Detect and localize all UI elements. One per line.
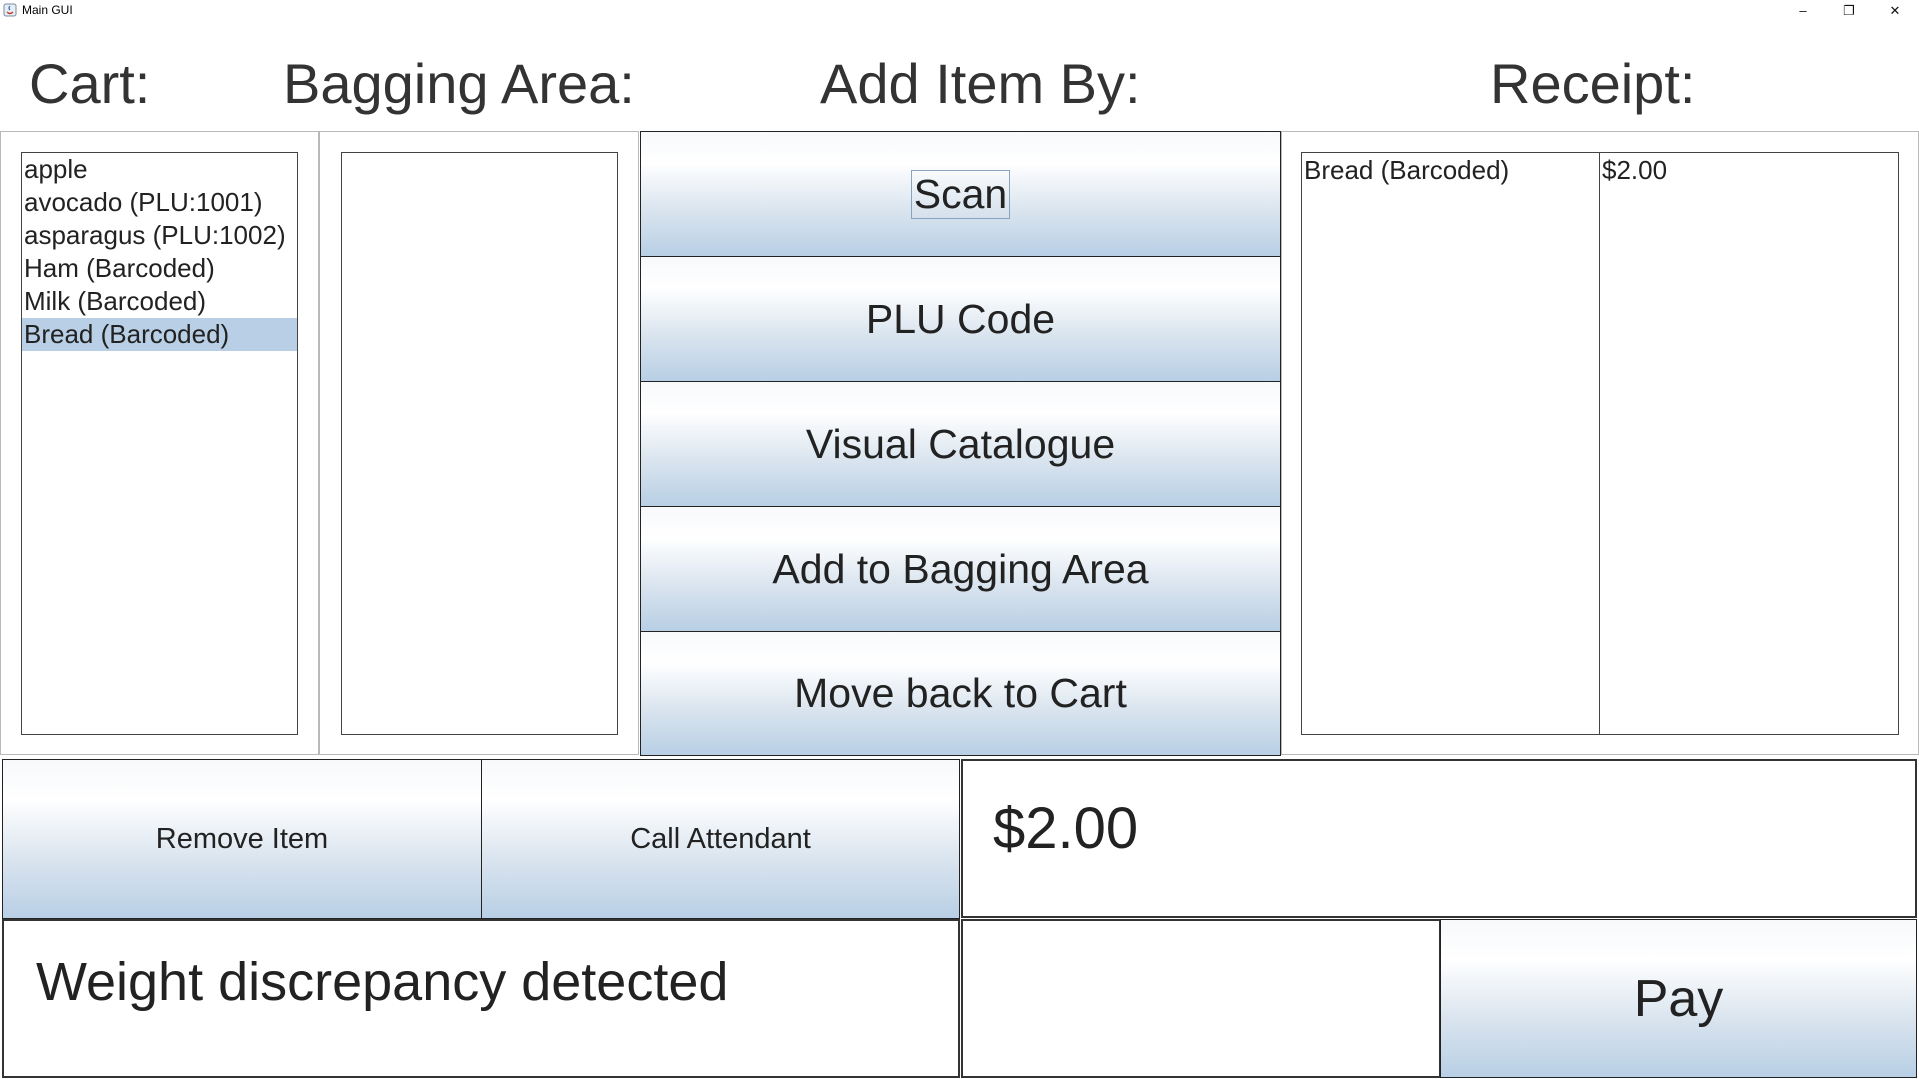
total-amount: $2.00	[993, 796, 1139, 861]
status-message-box: Weight discrepancy detected	[2, 919, 960, 1078]
close-button[interactable]: ✕	[1872, 0, 1918, 21]
add-to-bagging-area-button[interactable]: Add to Bagging Area	[640, 506, 1281, 632]
receipt-prices-list[interactable]: $2.00	[1599, 152, 1899, 735]
receipt-heading: Receipt:	[1490, 52, 1696, 115]
receipt-item-name: Bread (Barcoded)	[1304, 155, 1510, 185]
list-item[interactable]: Ham (Barcoded)	[22, 252, 297, 285]
empty-display-area	[961, 919, 1441, 1078]
list-item[interactable]: apple	[22, 153, 297, 186]
list-item[interactable]: avocado (PLU:1001)	[22, 186, 297, 219]
receipt-items-list[interactable]: Bread (Barcoded)	[1301, 152, 1601, 735]
bagging-area-list[interactable]	[341, 152, 618, 735]
visual-catalogue-button[interactable]: Visual Catalogue	[640, 381, 1281, 507]
minimize-button[interactable]: –	[1780, 0, 1826, 21]
cart-heading: Cart:	[29, 52, 151, 115]
status-message: Weight discrepancy detected	[36, 952, 729, 1012]
java-app-icon	[3, 3, 17, 17]
add-item-by-heading: Add Item By:	[820, 52, 1141, 115]
maximize-button[interactable]: ❐	[1826, 0, 1872, 21]
pay-button[interactable]: Pay	[1440, 919, 1917, 1078]
title-bar	[0, 0, 1919, 21]
call-attendant-button[interactable]: Call Attendant	[481, 759, 960, 919]
remove-item-button[interactable]: Remove Item	[2, 759, 482, 919]
list-item[interactable]: asparagus (PLU:1002)	[22, 219, 297, 252]
scan-button-label: Scan	[910, 169, 1011, 219]
window-title: Main GUI	[22, 3, 73, 17]
list-item-selected[interactable]: Bread (Barcoded)	[22, 318, 297, 351]
list-item[interactable]: Milk (Barcoded)	[22, 285, 297, 318]
plu-code-button[interactable]: PLU Code	[640, 256, 1281, 382]
total-display: $2.00	[961, 759, 1917, 918]
bagging-area-heading: Bagging Area:	[283, 52, 635, 115]
scan-button[interactable]: Scan	[640, 131, 1281, 257]
cart-list[interactable]: apple avocado (PLU:1001) asparagus (PLU:…	[21, 152, 298, 735]
move-back-to-cart-button[interactable]: Move back to Cart	[640, 631, 1281, 756]
receipt-item-price: $2.00	[1602, 155, 1668, 185]
